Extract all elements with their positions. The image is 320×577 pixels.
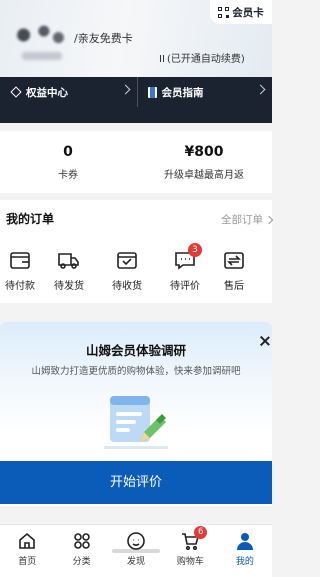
my-orders-title: 我的订单 xyxy=(6,212,55,226)
coupons-stat[interactable]: 0 卡券 xyxy=(0,144,136,181)
qr-code-icon xyxy=(218,6,230,18)
discover-icon xyxy=(127,532,145,550)
category-icon xyxy=(73,533,90,549)
coupons-count: 0 xyxy=(63,143,73,160)
profile-icon xyxy=(236,533,253,550)
survey-title: 山姆会员体验调研 xyxy=(85,343,186,358)
card-type-label: /亲友免费卡 xyxy=(74,32,133,45)
all-orders-link[interactable]: 全部订单 xyxy=(221,212,274,227)
order-pending-review-label: 待评价 xyxy=(170,281,200,292)
chevron-right-icon xyxy=(264,215,274,225)
order-pending-receipt[interactable]: 待收货 xyxy=(98,250,156,292)
account-stats: 0 卡券 ¥800 升级卓越最高月返 xyxy=(0,131,272,193)
member-guide-label: 会员指南 xyxy=(161,86,204,99)
order-after-sales-label: 售后 xyxy=(224,281,244,292)
tab-profile-label: 我的 xyxy=(235,557,254,567)
order-pending-shipment-label: 待发货 xyxy=(54,281,84,292)
member-card-button[interactable]: 会员卡 xyxy=(210,0,272,24)
order-pending-receipt-label: 待收货 xyxy=(112,281,142,292)
tab-cart[interactable]: 6 购物车 xyxy=(163,525,217,577)
upgrade-rebate-stat[interactable]: ¥800 升级卓越最高月返 xyxy=(136,144,272,181)
survey-description: 山姆致力打造更优质的购物体验，快来参加调研吧 xyxy=(31,366,241,377)
pause-icon xyxy=(160,55,164,62)
cart-count-badge: 6 xyxy=(194,526,208,539)
membership-card[interactable]: /亲友免费卡 (已开通自动续费) 会员卡 权益中心 会员指南 xyxy=(0,0,272,123)
order-pending-payment-label: 待付款 xyxy=(5,281,35,292)
diamond-icon xyxy=(10,86,22,98)
auto-renew-status: (已开通自动续费) xyxy=(160,50,245,65)
chevron-right-icon xyxy=(255,84,266,95)
my-orders-section: 我的订单 全部订单 待付款 待发货 待收货 3 待评价 售后 xyxy=(0,200,274,303)
survey-illustration-icon xyxy=(104,396,168,449)
upgrade-rebate-label: 升级卓越最高月返 xyxy=(164,169,244,181)
tab-category-label: 分类 xyxy=(72,557,91,567)
tab-profile[interactable]: 我的 xyxy=(218,525,272,577)
blurred-card-number xyxy=(22,52,62,60)
order-pending-review[interactable]: 3 待评价 xyxy=(156,243,214,292)
guide-icon xyxy=(147,86,157,98)
tab-cart-label: 购物车 xyxy=(176,557,204,567)
tab-category[interactable]: 分类 xyxy=(54,525,108,577)
pending-review-badge: 3 xyxy=(188,243,202,257)
all-orders-label: 全部订单 xyxy=(221,214,263,226)
member-guide-link[interactable]: 会员指南 xyxy=(136,77,273,107)
order-status-list: 待付款 待发货 待收货 3 待评价 售后 xyxy=(0,243,272,292)
tab-home-label: 首页 xyxy=(18,557,37,567)
wallet-icon xyxy=(10,252,30,269)
home-icon xyxy=(19,532,36,549)
order-after-sales[interactable]: 售后 xyxy=(214,250,254,292)
order-pending-shipment[interactable]: 待发货 xyxy=(40,250,98,292)
order-pending-payment[interactable]: 待付款 xyxy=(0,250,40,292)
upgrade-rebate-amount: ¥800 xyxy=(184,143,224,160)
coupons-label: 卡券 xyxy=(58,169,78,181)
tab-discover-label: 发现 xyxy=(127,557,146,567)
benefits-center-label: 权益中心 xyxy=(26,86,68,99)
auto-renew-label: (已开通自动续费) xyxy=(167,54,245,65)
benefits-center-link[interactable]: 权益中心 xyxy=(0,77,137,107)
truck-icon xyxy=(58,253,79,269)
return-icon xyxy=(224,252,244,269)
chevron-right-icon xyxy=(120,84,130,95)
membership-links: 权益中心 会员指南 xyxy=(0,77,272,107)
member-card-button-label: 会员卡 xyxy=(232,6,264,19)
tab-home[interactable]: 首页 xyxy=(0,525,54,577)
start-review-button[interactable]: 开始评价 xyxy=(0,461,272,504)
blurred-user-name xyxy=(12,22,70,48)
home-indicator xyxy=(112,549,160,553)
box-icon xyxy=(117,252,137,269)
